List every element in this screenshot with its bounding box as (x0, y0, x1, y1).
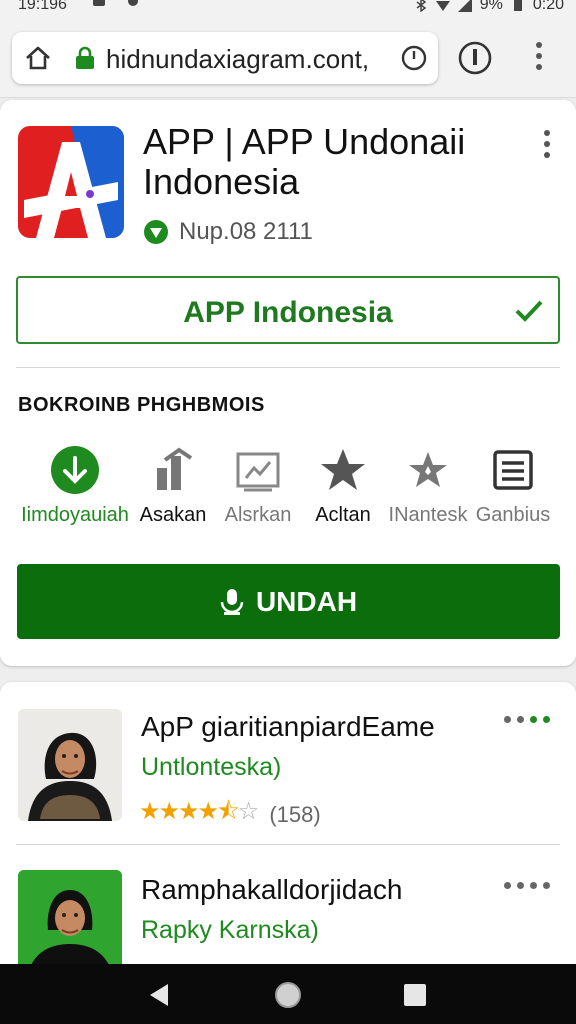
verified-icon (144, 220, 168, 244)
home-nav-icon[interactable] (273, 980, 303, 1010)
divider (16, 367, 560, 368)
action-label: Iimdoyauiah (21, 504, 129, 526)
app-menu-icon[interactable] (542, 130, 552, 162)
divider (16, 844, 560, 845)
browser-menu-icon[interactable] (534, 42, 544, 74)
status-right: 9% 0:20 (414, 0, 564, 14)
browser-toolbar: hidnundaxiagram.cont, (0, 18, 576, 98)
star-icon (321, 449, 365, 490)
action-label: Ganbius (475, 504, 551, 526)
star-outline-icon (409, 452, 447, 487)
list-item-subtitle: Rapky Karnska) (141, 916, 319, 944)
more-options-icon[interactable] (504, 882, 550, 892)
installed-app-button[interactable]: APP Indonesia (16, 276, 560, 344)
list-item-title: Ramphakalldorjidach (141, 874, 403, 905)
microphone-icon (220, 589, 244, 615)
record-icon (128, 0, 138, 6)
list-icon (493, 450, 533, 490)
list-item[interactable]: Ramphakalldorjidach Rapky Karnska) (0, 848, 576, 982)
more-options-icon[interactable] (504, 716, 550, 726)
navigation-bar (0, 964, 576, 1024)
list-item-subtitle: Untlonteska) (141, 753, 282, 781)
battery-icon (513, 0, 522, 11)
related-apps-card: ApP giaritianpiardEame Untlonteska) ★★★★… (0, 682, 576, 982)
app-detail-card: APP | APP Undonaii Indonesia Nup.08 2111… (0, 100, 576, 666)
status-bar: 19:196 9% 0:20 (0, 0, 576, 18)
rating-stars-icon: ★★★★⯪☆ (139, 798, 259, 825)
list-item[interactable]: ApP giaritianpiardEame Untlonteska) ★★★★… (0, 682, 576, 832)
wifi-icon (435, 1, 450, 11)
action-list[interactable]: Ganbius (458, 446, 568, 527)
battery-percent: 9% (479, 0, 503, 13)
action-row: Iimdoyauiah Asakan Alsrkan Acltan INante… (0, 446, 576, 536)
download-icon (51, 446, 99, 494)
list-item-title: ApP giaritianpiardEame (141, 711, 435, 742)
action-download[interactable]: Iimdoyauiah (20, 446, 130, 527)
address-bar[interactable]: hidnundaxiagram.cont, (12, 32, 438, 84)
app-title: APP | APP Undonaii Indonesia (143, 121, 466, 202)
signal-icon (457, 0, 472, 12)
status-left-icons (92, 0, 140, 8)
notification-icon (93, 0, 105, 6)
clock-icon[interactable] (400, 44, 428, 72)
bluetooth-icon (416, 0, 426, 12)
rating: ★★★★⯪☆ (158) (139, 794, 321, 835)
app-logo-icon (18, 126, 124, 238)
avatar (18, 709, 122, 821)
install-button-content: UNDAH (17, 586, 560, 618)
installed-app-label: APP Indonesia (183, 296, 393, 329)
status-time: 19:196 (18, 0, 67, 13)
trending-icon (157, 447, 193, 490)
app-meta-text: Nup.08 2111 (179, 218, 313, 245)
section-title: BOKROINB PHGHBMOIS (18, 394, 265, 416)
install-button[interactable]: UNDAH (17, 564, 560, 639)
back-icon[interactable] (144, 980, 174, 1010)
home-icon[interactable] (24, 44, 52, 72)
info-icon[interactable] (457, 40, 493, 76)
status-clock: 0:20 (532, 0, 564, 13)
lock-icon (76, 46, 94, 69)
checkmark-icon (515, 300, 543, 322)
app-meta: Nup.08 2111 (143, 218, 313, 246)
rating-count: (158) (269, 801, 321, 827)
recents-icon[interactable] (400, 980, 430, 1010)
url-text[interactable]: hidnundaxiagram.cont, (106, 44, 369, 75)
chart-icon (236, 452, 280, 492)
install-button-label: UNDAH (255, 586, 358, 617)
